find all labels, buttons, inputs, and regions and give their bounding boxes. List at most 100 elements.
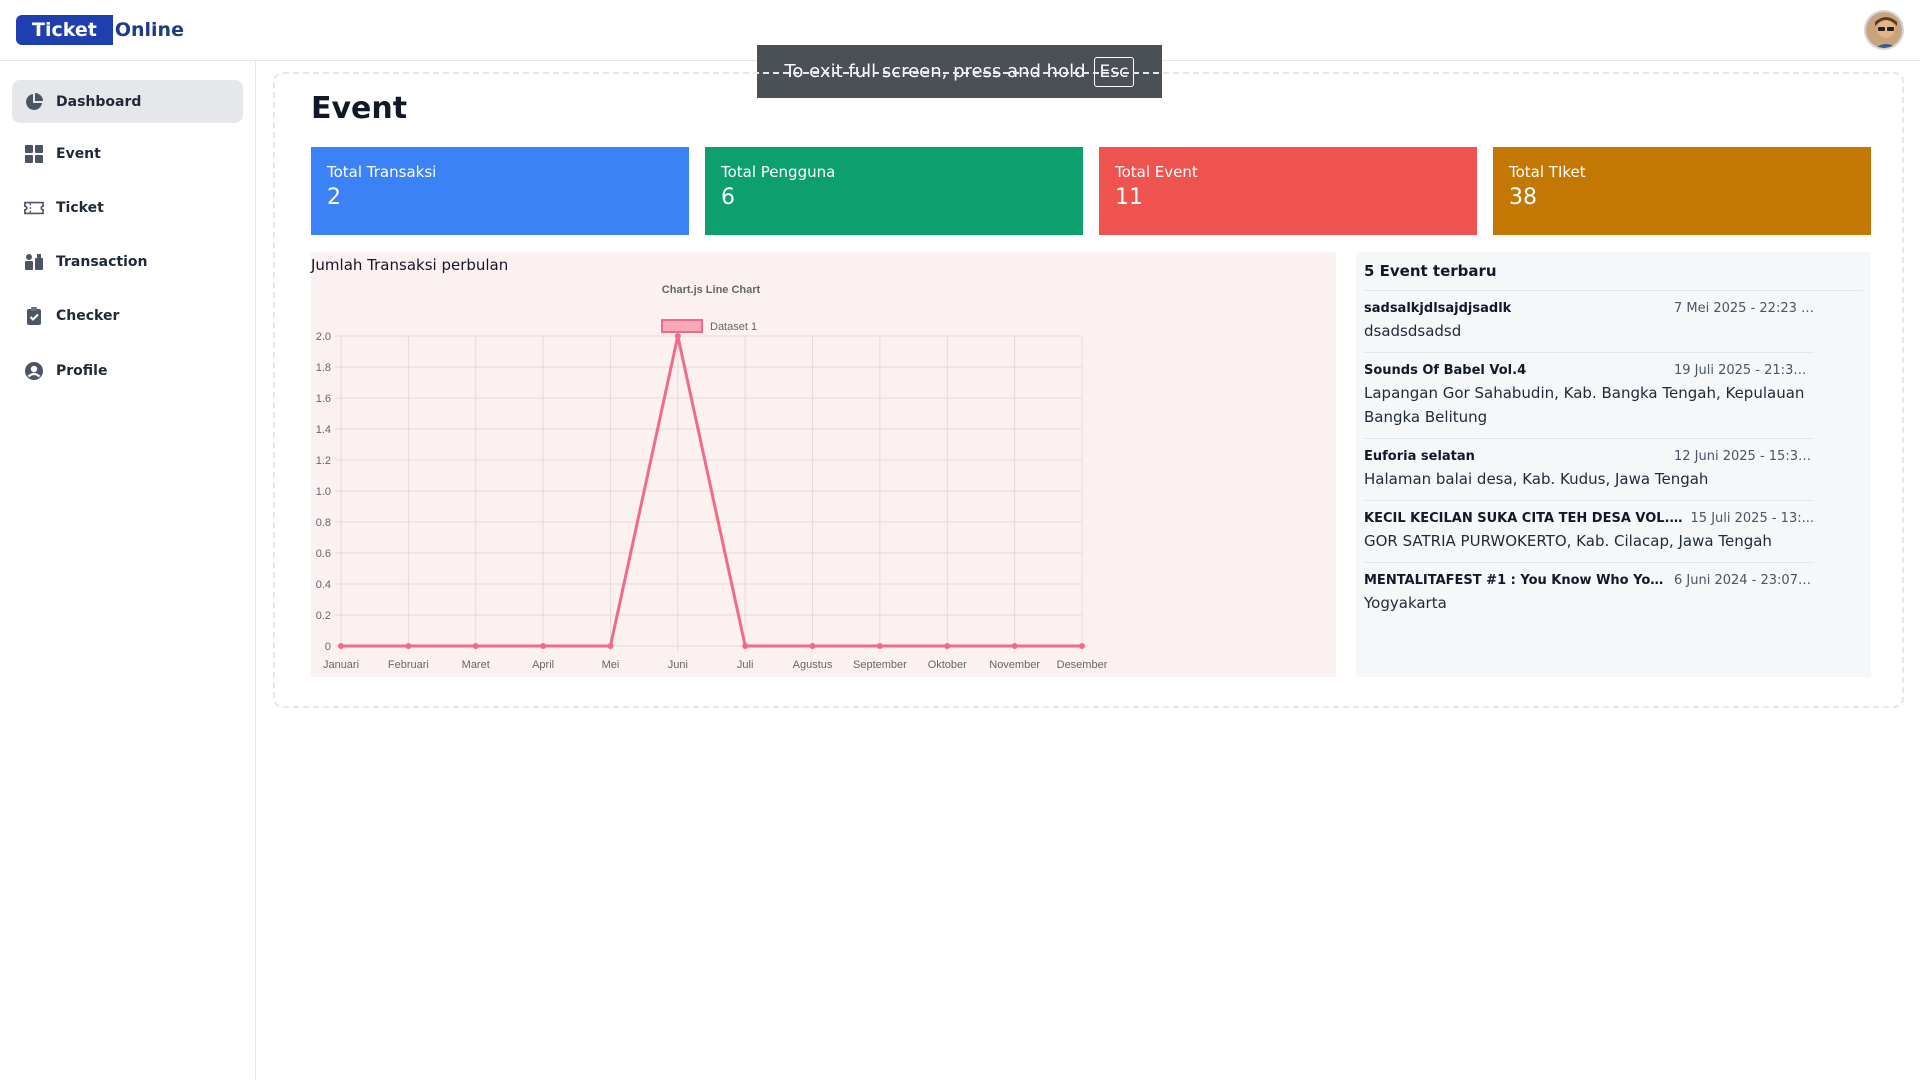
- event-item[interactable]: MENTALITAFEST #1 : You Know Who You're 6 …: [1364, 563, 1814, 624]
- stat-label: Total Transaksi: [327, 163, 437, 181]
- y-tick-label: 2.0: [316, 331, 331, 343]
- event-date: 12 Juni 2025 - 15:35 WIB: [1674, 448, 1814, 464]
- pie-chart-icon: [26, 92, 43, 110]
- x-tick-label: November: [989, 659, 1040, 671]
- line-chart: Chart.js Line Chart Dataset 1 0 0.2 0.4 0.6 0.…: [316, 284, 1108, 671]
- sidebar-item-ticket[interactable]: Ticket: [12, 186, 243, 229]
- x-tick-label: Desember: [1057, 659, 1108, 671]
- event-name: KECIL KECILAN SUKA CITA TEH DESA VOL.1 -…: [1364, 511, 1683, 526]
- x-tick-label: April: [532, 659, 554, 671]
- brand-logo[interactable]: Ticket Online: [16, 15, 184, 45]
- y-tick-label: 0.4: [316, 579, 331, 591]
- x-tick-label: Juli: [737, 659, 754, 671]
- data-point: [607, 643, 614, 649]
- chart-card: Jumlah Transaksi perbulan Chart.js Line …: [311, 252, 1336, 677]
- stat-card-pengguna: Total Pengguna 6: [705, 147, 1083, 235]
- event-location: GOR SATRIA PURWOKERTO, Kab. Cilacap, Jaw…: [1364, 532, 1772, 550]
- clipboard-check-icon: [27, 306, 41, 325]
- stat-card-tiket: Total TIket 38: [1493, 147, 1871, 235]
- brand-online: Online: [114, 19, 184, 41]
- event-item[interactable]: sadsalkjdlsajdjsadlk 7 Mei 2025 - 22:23 W…: [1364, 291, 1814, 354]
- event-date: 19 Juli 2025 - 21:34 WIB: [1674, 363, 1814, 379]
- ticket-icon: [24, 201, 44, 214]
- brand-ticket: Ticket: [16, 15, 113, 45]
- data-point: [540, 643, 547, 649]
- event-date: 7 Mei 2025 - 22:23 WIB: [1674, 301, 1814, 316]
- data-point: [742, 643, 749, 649]
- x-tick-label: Agustus: [793, 659, 833, 671]
- data-point: [338, 643, 344, 649]
- event-date: 6 Juni 2024 - 23:07 WIB: [1674, 573, 1814, 589]
- y-tick-label: 1.2: [316, 455, 331, 467]
- stat-value: 11: [1115, 185, 1143, 210]
- event-header: KECIL KECILAN SUKA CITA TEH DESA VOL.1 -…: [1364, 511, 1814, 526]
- x-tick-label: Maret: [462, 659, 490, 671]
- sidebar-item-label: Profile: [56, 362, 108, 379]
- sidebar-item-label: Checker: [56, 307, 120, 324]
- event-item[interactable]: Euforia selatan 12 Juni 2025 - 15:35 WIB H…: [1364, 439, 1814, 501]
- event-header: MENTALITAFEST #1 : You Know Who You're 6 …: [1364, 573, 1814, 588]
- data-point: [1079, 643, 1085, 649]
- recent-events-list: sadsalkjdlsajdjsadlk 7 Mei 2025 - 22:23 W…: [1364, 291, 1863, 625]
- recent-events-title: 5 Event terbaru: [1364, 262, 1863, 291]
- stat-label: Total Pengguna: [721, 163, 836, 181]
- stat-card-event: Total Event 11: [1099, 147, 1477, 235]
- event-item[interactable]: KECIL KECILAN SUKA CITA TEH DESA VOL.1 -…: [1364, 501, 1814, 564]
- main-content: Event Total Transaksi 2 Total Pengguna 6…: [273, 72, 1904, 708]
- event-location: Yogyakarta: [1364, 594, 1447, 613]
- y-tick-label: 1.6: [316, 393, 331, 405]
- sidebar-item-checker[interactable]: Checker: [12, 294, 243, 337]
- x-tick-label: Februari: [388, 659, 429, 671]
- sidebar-item-label: Transaction: [56, 253, 148, 270]
- user-circle-icon: [25, 361, 43, 380]
- stat-label: Total TIket: [1509, 163, 1586, 181]
- data-point: [809, 643, 816, 649]
- stat-label: Total Event: [1115, 163, 1198, 181]
- stat-value: 2: [327, 185, 341, 210]
- x-tick-label: Mei: [602, 659, 620, 671]
- sidebar-item-event[interactable]: Event: [12, 132, 243, 175]
- chart-title: Chart.js Line Chart: [662, 284, 761, 296]
- sidebar-item-label: Event: [56, 145, 101, 162]
- data-point: [1011, 643, 1018, 649]
- event-name: Euforia selatan: [1364, 448, 1475, 464]
- sidebar-item-transaction[interactable]: Transaction: [12, 240, 243, 283]
- legend-label: Dataset 1: [710, 321, 757, 333]
- sidebar: Dashboard Event Ticket Transaction Check…: [0, 61, 256, 1080]
- x-tick-label: Juni: [668, 659, 688, 671]
- data-point: [472, 643, 479, 649]
- event-name: sadsalkjdlsajdjsadlk: [1364, 301, 1512, 316]
- avatar-image: [1866, 12, 1902, 48]
- avatar[interactable]: [1864, 10, 1904, 50]
- sidebar-item-label: Dashboard: [56, 93, 142, 110]
- grid-icon: [25, 144, 43, 163]
- legend-swatch: [661, 319, 703, 333]
- sidebar-item-dashboard[interactable]: Dashboard: [12, 80, 243, 123]
- x-tick-label: Januari: [323, 659, 359, 671]
- event-header: Euforia selatan 12 Juni 2025 - 15:35 WIB: [1364, 449, 1814, 464]
- event-header: Sounds Of Babel Vol.4 19 Juli 2025 - 21:3…: [1364, 363, 1814, 378]
- stat-value: 38: [1509, 185, 1537, 210]
- event-name: Sounds Of Babel Vol.4: [1364, 363, 1527, 379]
- event-name: MENTALITAFEST #1 : You Know Who You're: [1364, 573, 1666, 589]
- data-point: [405, 643, 412, 649]
- data-point: [944, 643, 951, 649]
- y-tick-label: 0: [325, 641, 331, 653]
- y-tick-label: 1.0: [316, 486, 331, 498]
- sidebar-item-profile[interactable]: Profile: [12, 349, 243, 392]
- event-location: Halaman balai desa, Kab. Kudus, Jawa Ten…: [1364, 469, 1709, 488]
- stat-card-transaksi: Total Transaksi 2: [311, 147, 689, 235]
- y-tick-label: 1.4: [316, 424, 331, 436]
- data-point: [674, 333, 681, 339]
- data-point: [876, 643, 883, 649]
- x-tick-label: September: [853, 659, 907, 671]
- event-item[interactable]: Sounds Of Babel Vol.4 19 Juli 2025 - 21:3…: [1364, 353, 1814, 439]
- stat-value: 6: [721, 185, 735, 210]
- x-tick-label: Oktober: [928, 659, 967, 671]
- event-header: sadsalkjdlsajdjsadlk 7 Mei 2025 - 22:23 W…: [1364, 301, 1814, 316]
- y-tick-label: 1.8: [316, 362, 331, 374]
- recent-events-panel: 5 Event terbaru sadsalkjdlsajdjsadlk 7 Me…: [1356, 252, 1871, 677]
- y-tick-label: 0.6: [316, 548, 331, 560]
- event-location: Lapangan Gor Sahabudin, Kab. Bangka Teng…: [1364, 384, 1805, 426]
- y-tick-label: 0.8: [316, 517, 331, 529]
